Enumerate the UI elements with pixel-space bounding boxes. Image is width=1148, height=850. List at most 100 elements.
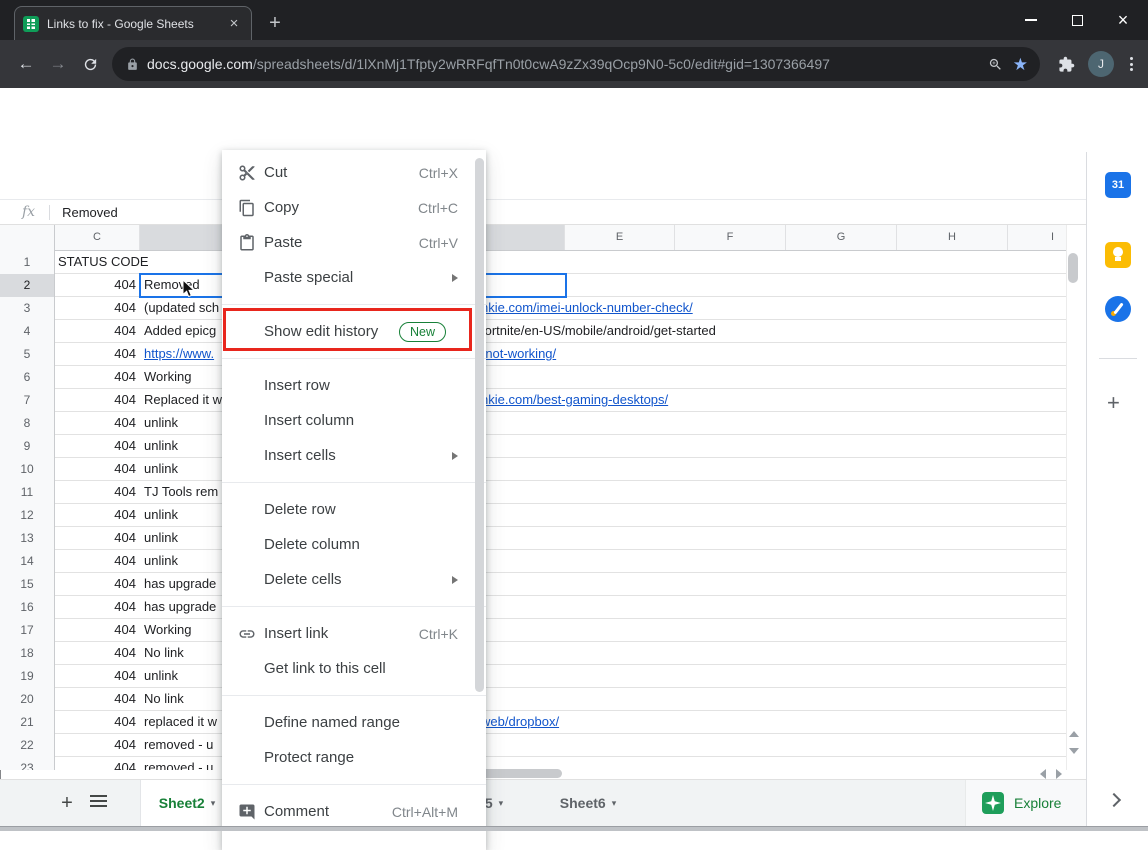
close-button[interactable]: × xyxy=(1100,0,1146,40)
menuitem-insert-link[interactable]: Insert linkCtrl+K xyxy=(222,616,486,651)
reload-icon[interactable] xyxy=(74,48,106,80)
row-header-13[interactable]: 13 xyxy=(0,527,55,550)
column-header-h[interactable]: H xyxy=(897,225,1008,250)
column-header-e[interactable]: E xyxy=(565,225,675,250)
cell-C16[interactable]: 404 xyxy=(55,596,140,619)
back-icon[interactable]: ← xyxy=(10,48,42,80)
cell-C2[interactable]: 404 xyxy=(55,274,140,297)
minimize-button[interactable] xyxy=(1008,0,1054,40)
cell-C21[interactable]: 404 xyxy=(55,711,140,734)
row-header-17[interactable]: 17 xyxy=(0,619,55,642)
browser-tab[interactable]: Links to fix - Google Sheets × xyxy=(14,6,252,40)
row-header-6[interactable]: 6 xyxy=(0,366,55,389)
menuitem-define-named-range[interactable]: Define named range xyxy=(222,705,486,740)
row-header-2[interactable]: 2 xyxy=(0,274,55,297)
scroll-left-icon[interactable] xyxy=(1040,769,1046,779)
cell-C6[interactable]: 404 xyxy=(55,366,140,389)
column-header-i[interactable]: I xyxy=(1008,225,1066,250)
menuitem-insert-cells[interactable]: Insert cells xyxy=(222,438,486,473)
row-header-23[interactable]: 23 xyxy=(0,757,55,770)
maximize-button[interactable] xyxy=(1054,0,1100,40)
cell-C10[interactable]: 404 xyxy=(55,458,140,481)
get-addons-icon[interactable]: + xyxy=(1107,390,1120,416)
column-header-g[interactable]: G xyxy=(786,225,897,250)
cell-C18[interactable]: 404 xyxy=(55,642,140,665)
row-header-9[interactable]: 9 xyxy=(0,435,55,458)
row-header-18[interactable]: 18 xyxy=(0,642,55,665)
menuitem-cut[interactable]: CutCtrl+X xyxy=(222,155,486,190)
row-header-10[interactable]: 10 xyxy=(0,458,55,481)
menuitem-delete-cells[interactable]: Delete cells xyxy=(222,562,486,597)
formula-input[interactable]: Removed xyxy=(62,205,118,220)
row-header-5[interactable]: 5 xyxy=(0,343,55,366)
cell-C7[interactable]: 404 xyxy=(55,389,140,412)
keep-icon[interactable] xyxy=(1105,242,1131,268)
browser-profile-avatar[interactable]: J xyxy=(1088,51,1114,77)
zoom-icon[interactable] xyxy=(988,57,1003,72)
column-header-c[interactable]: C xyxy=(55,225,140,250)
explore-button[interactable]: Explore xyxy=(965,780,1086,826)
cell-C23[interactable]: 404 xyxy=(55,757,140,770)
menuitem-insert-column[interactable]: Insert column xyxy=(222,403,486,438)
forward-icon[interactable]: → xyxy=(42,48,74,80)
calendar-icon[interactable]: 31 xyxy=(1105,172,1131,198)
cell-C13[interactable]: 404 xyxy=(55,527,140,550)
cell-C1[interactable]: STATUS CODE xyxy=(55,251,153,274)
menuitem-comment[interactable]: CommentCtrl+Alt+M xyxy=(222,794,486,829)
cell-C8[interactable]: 404 xyxy=(55,412,140,435)
cell-C17[interactable]: 404 xyxy=(55,619,140,642)
cell-C12[interactable]: 404 xyxy=(55,504,140,527)
sheet-tab-sheet6[interactable]: Sheet6▾ xyxy=(536,780,640,826)
row-header-4[interactable]: 4 xyxy=(0,320,55,343)
lock-icon[interactable] xyxy=(126,58,139,71)
row-header-1[interactable]: 1 xyxy=(0,251,55,274)
chevron-right-icon[interactable] xyxy=(1107,793,1121,807)
cell-C9[interactable]: 404 xyxy=(55,435,140,458)
row-header-12[interactable]: 12 xyxy=(0,504,55,527)
row-header-16[interactable]: 16 xyxy=(0,596,55,619)
menuitem-get-link-to-this-cell[interactable]: Get link to this cell xyxy=(222,651,486,686)
row-header-11[interactable]: 11 xyxy=(0,481,55,504)
cell-C14[interactable]: 404 xyxy=(55,550,140,573)
column-header-f[interactable]: F xyxy=(675,225,786,250)
scroll-down-icon[interactable] xyxy=(1069,748,1079,754)
row-header-22[interactable]: 22 xyxy=(0,734,55,757)
menuitem-paste-special[interactable]: Paste special xyxy=(222,260,486,295)
cell-C15[interactable]: 404 xyxy=(55,573,140,596)
menuitem-copy[interactable]: CopyCtrl+C xyxy=(222,190,486,225)
cell-C3[interactable]: 404 xyxy=(55,297,140,320)
cell-C22[interactable]: 404 xyxy=(55,734,140,757)
row-header-21[interactable]: 21 xyxy=(0,711,55,734)
cell-C5[interactable]: 404 xyxy=(55,343,140,366)
menuitem-protect-range[interactable]: Protect range xyxy=(222,740,486,775)
sheet-tab-sheet2[interactable]: Sheet2▾ xyxy=(140,780,234,826)
menuitem-paste[interactable]: PasteCtrl+V xyxy=(222,225,486,260)
cell-C20[interactable]: 404 xyxy=(55,688,140,711)
cell-C4[interactable]: 404 xyxy=(55,320,140,343)
row-header-20[interactable]: 20 xyxy=(0,688,55,711)
menuitem-delete-row[interactable]: Delete row xyxy=(222,492,486,527)
menu-scrollbar-thumb[interactable] xyxy=(475,158,484,692)
extensions-icon[interactable] xyxy=(1050,48,1082,80)
menuitem-insert-row[interactable]: Insert row xyxy=(222,368,486,403)
cell-C19[interactable]: 404 xyxy=(55,665,140,688)
row-header-3[interactable]: 3 xyxy=(0,297,55,320)
scroll-up-icon[interactable] xyxy=(1069,731,1079,737)
menuitem-delete-column[interactable]: Delete column xyxy=(222,527,486,562)
cell-C11[interactable]: 404 xyxy=(55,481,140,504)
tab-close-icon[interactable]: × xyxy=(225,15,243,33)
browser-menu-icon[interactable] xyxy=(1120,55,1142,74)
vertical-scrollbar-thumb[interactable] xyxy=(1068,253,1078,283)
select-all-corner[interactable] xyxy=(0,225,55,251)
new-tab-button[interactable]: + xyxy=(262,11,288,37)
tasks-icon[interactable] xyxy=(1105,296,1131,322)
row-header-14[interactable]: 14 xyxy=(0,550,55,573)
row-header-15[interactable]: 15 xyxy=(0,573,55,596)
url-bar[interactable]: docs.google.com/spreadsheets/d/1lXnMj1Tf… xyxy=(112,47,1040,81)
bookmark-star-icon[interactable]: ★ xyxy=(1013,56,1028,73)
scroll-right-icon[interactable] xyxy=(1056,769,1062,779)
row-header-8[interactable]: 8 xyxy=(0,412,55,435)
row-header-19[interactable]: 19 xyxy=(0,665,55,688)
vertical-scrollbar[interactable] xyxy=(1066,225,1081,770)
row-header-7[interactable]: 7 xyxy=(0,389,55,412)
